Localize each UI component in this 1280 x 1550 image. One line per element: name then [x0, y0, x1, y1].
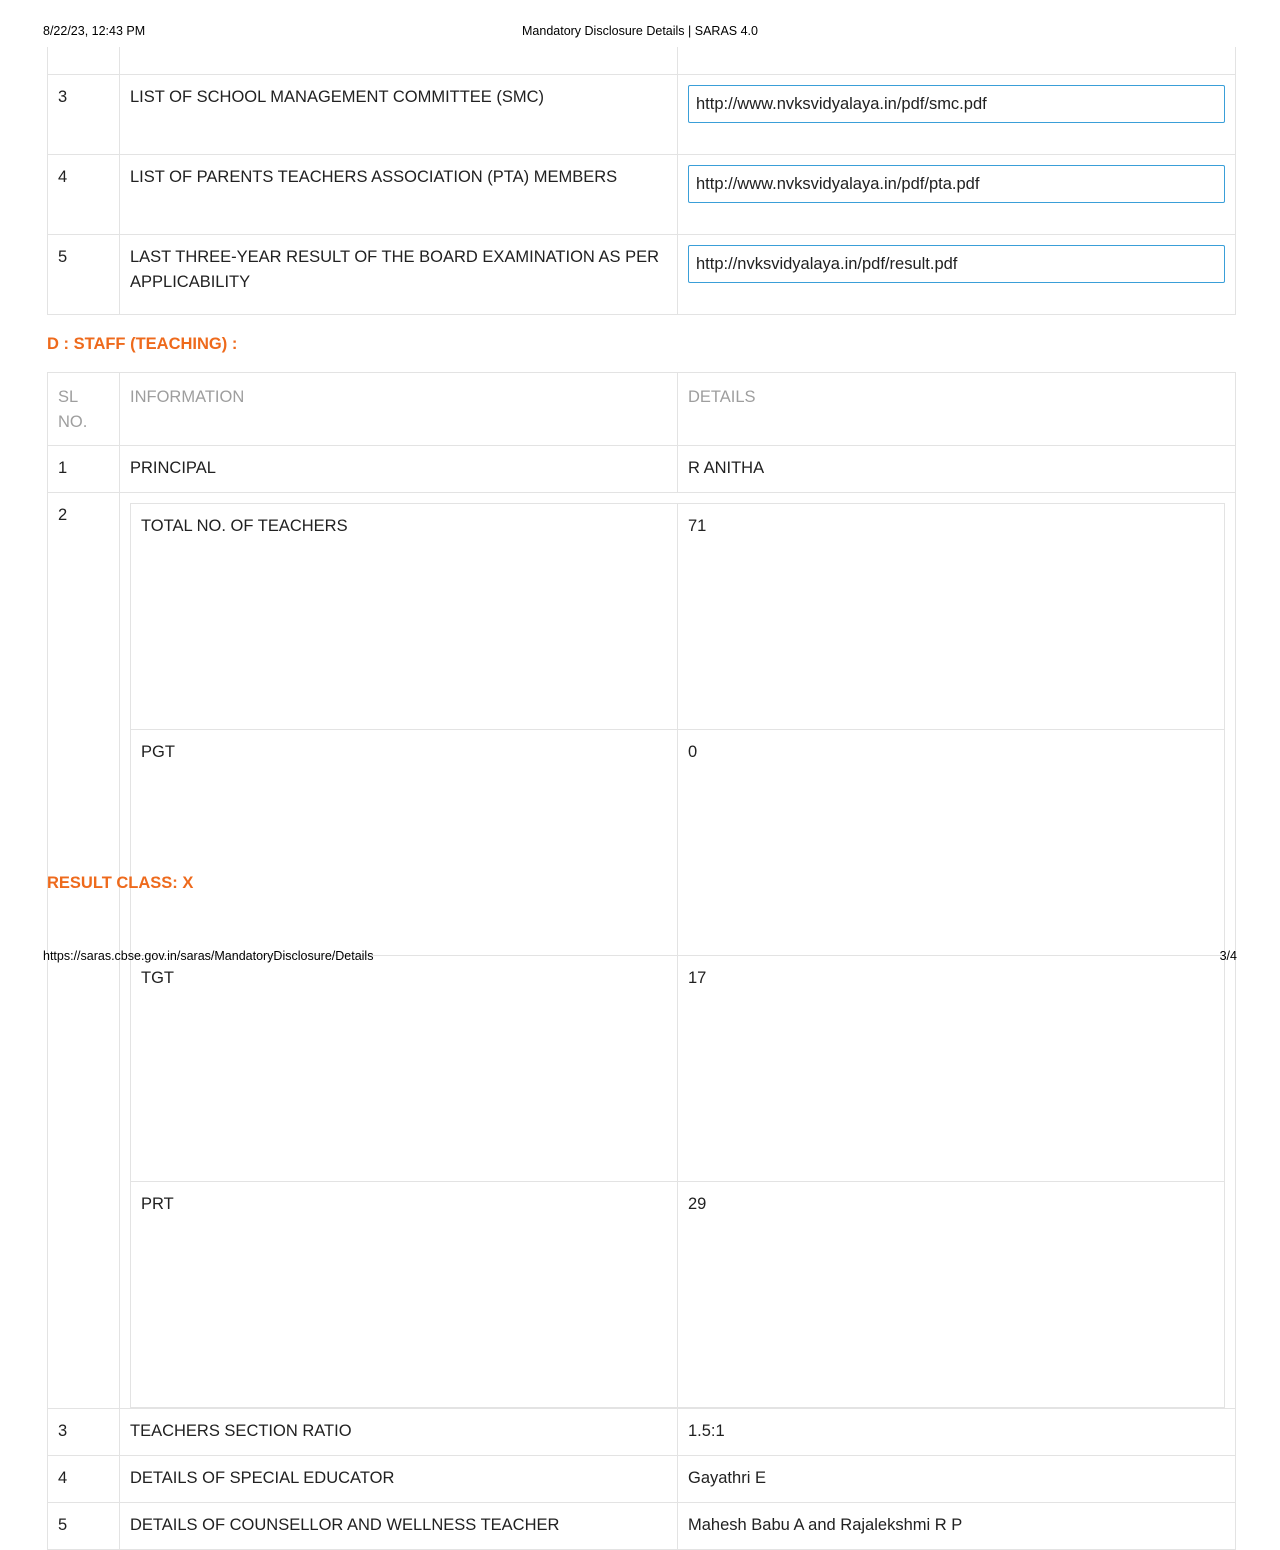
row-details: Gayathri E	[688, 1469, 766, 1487]
row-number: 3	[58, 1422, 68, 1440]
section-title-staff-teaching: D : STAFF (TEACHING) :	[47, 335, 238, 353]
table-row: 3 LIST OF SCHOOL MANAGEMENT COMMITTEE (S…	[47, 74, 1236, 155]
row-number: 4	[58, 168, 68, 186]
print-footer: https://saras.cbse.gov.in/saras/Mandator…	[0, 949, 1280, 965]
row-information: PRINCIPAL	[130, 459, 216, 477]
teacher-category-label: PGT	[141, 743, 175, 761]
row-information: LIST OF PARENTS TEACHERS ASSOCIATION (PT…	[130, 168, 618, 186]
row-number: 5	[58, 1516, 68, 1534]
header-information: INFORMATION	[130, 388, 245, 406]
table-header-row: SL NO. INFORMATION DETAILS	[47, 372, 1236, 446]
header-sl-no: SL NO.	[58, 388, 88, 431]
row-details: R ANITHA	[688, 459, 765, 477]
table-row: TGT 17	[130, 955, 1225, 1182]
teacher-category-label: TOTAL NO. OF TEACHERS	[141, 517, 348, 535]
print-header: 8/22/23, 12:43 PM Mandatory Disclosure D…	[0, 24, 1280, 40]
row-details: 1.5:1	[688, 1422, 725, 1440]
table-row: 4 LIST OF PARENTS TEACHERS ASSOCIATION (…	[47, 154, 1236, 235]
row-information: TEACHERS SECTION RATIO	[130, 1422, 352, 1440]
table-row	[47, 47, 1236, 75]
smc-link-field[interactable]: http://www.nvksvidyalaya.in/pdf/smc.pdf	[688, 85, 1225, 123]
table-row: 5 DETAILS OF COUNSELLOR AND WELLNESS TEA…	[47, 1502, 1236, 1550]
pta-link-field[interactable]: http://www.nvksvidyalaya.in/pdf/pta.pdf	[688, 165, 1225, 203]
row-number: 2	[58, 506, 68, 524]
result-link-field[interactable]: http://nvksvidyalaya.in/pdf/result.pdf	[688, 245, 1225, 283]
row-number: 5	[58, 248, 68, 266]
table-row: PGT 0	[130, 729, 1225, 956]
teacher-category-value: 29	[688, 1195, 707, 1213]
documents-table: 3 LIST OF SCHOOL MANAGEMENT COMMITTEE (S…	[47, 47, 1236, 315]
table-row: 5 LAST THREE-YEAR RESULT OF THE BOARD EX…	[47, 234, 1236, 315]
row-number: 3	[58, 88, 68, 106]
row-number: 1	[58, 459, 68, 477]
header-details: DETAILS	[688, 388, 756, 406]
table-row: TOTAL NO. OF TEACHERS 71	[130, 503, 1225, 730]
row-details: Mahesh Babu A and Rajalekshmi R P	[688, 1516, 963, 1534]
table-row: 4 DETAILS OF SPECIAL EDUCATOR Gayathri E	[47, 1455, 1236, 1503]
print-url: https://saras.cbse.gov.in/saras/Mandator…	[43, 949, 374, 963]
row-information: LIST OF SCHOOL MANAGEMENT COMMITTEE (SMC…	[130, 88, 545, 106]
row-number: 4	[58, 1469, 68, 1487]
teacher-category-value: 71	[688, 517, 707, 535]
teacher-category-value: 0	[688, 743, 698, 761]
row-information: DETAILS OF SPECIAL EDUCATOR	[130, 1469, 395, 1487]
print-title: Mandatory Disclosure Details | SARAS 4.0	[522, 24, 758, 38]
teacher-category-label: PRT	[141, 1195, 174, 1213]
table-row: 3 TEACHERS SECTION RATIO 1.5:1	[47, 1408, 1236, 1456]
section-title-result-class-x: RESULT CLASS: X	[47, 874, 194, 892]
row-information: DETAILS OF COUNSELLOR AND WELLNESS TEACH…	[130, 1516, 560, 1534]
row-information: LAST THREE-YEAR RESULT OF THE BOARD EXAM…	[130, 248, 660, 291]
print-page-number: 3/4	[1219, 949, 1237, 963]
table-row: 1 PRINCIPAL R ANITHA	[47, 445, 1236, 493]
table-row: PRT 29	[130, 1181, 1225, 1408]
